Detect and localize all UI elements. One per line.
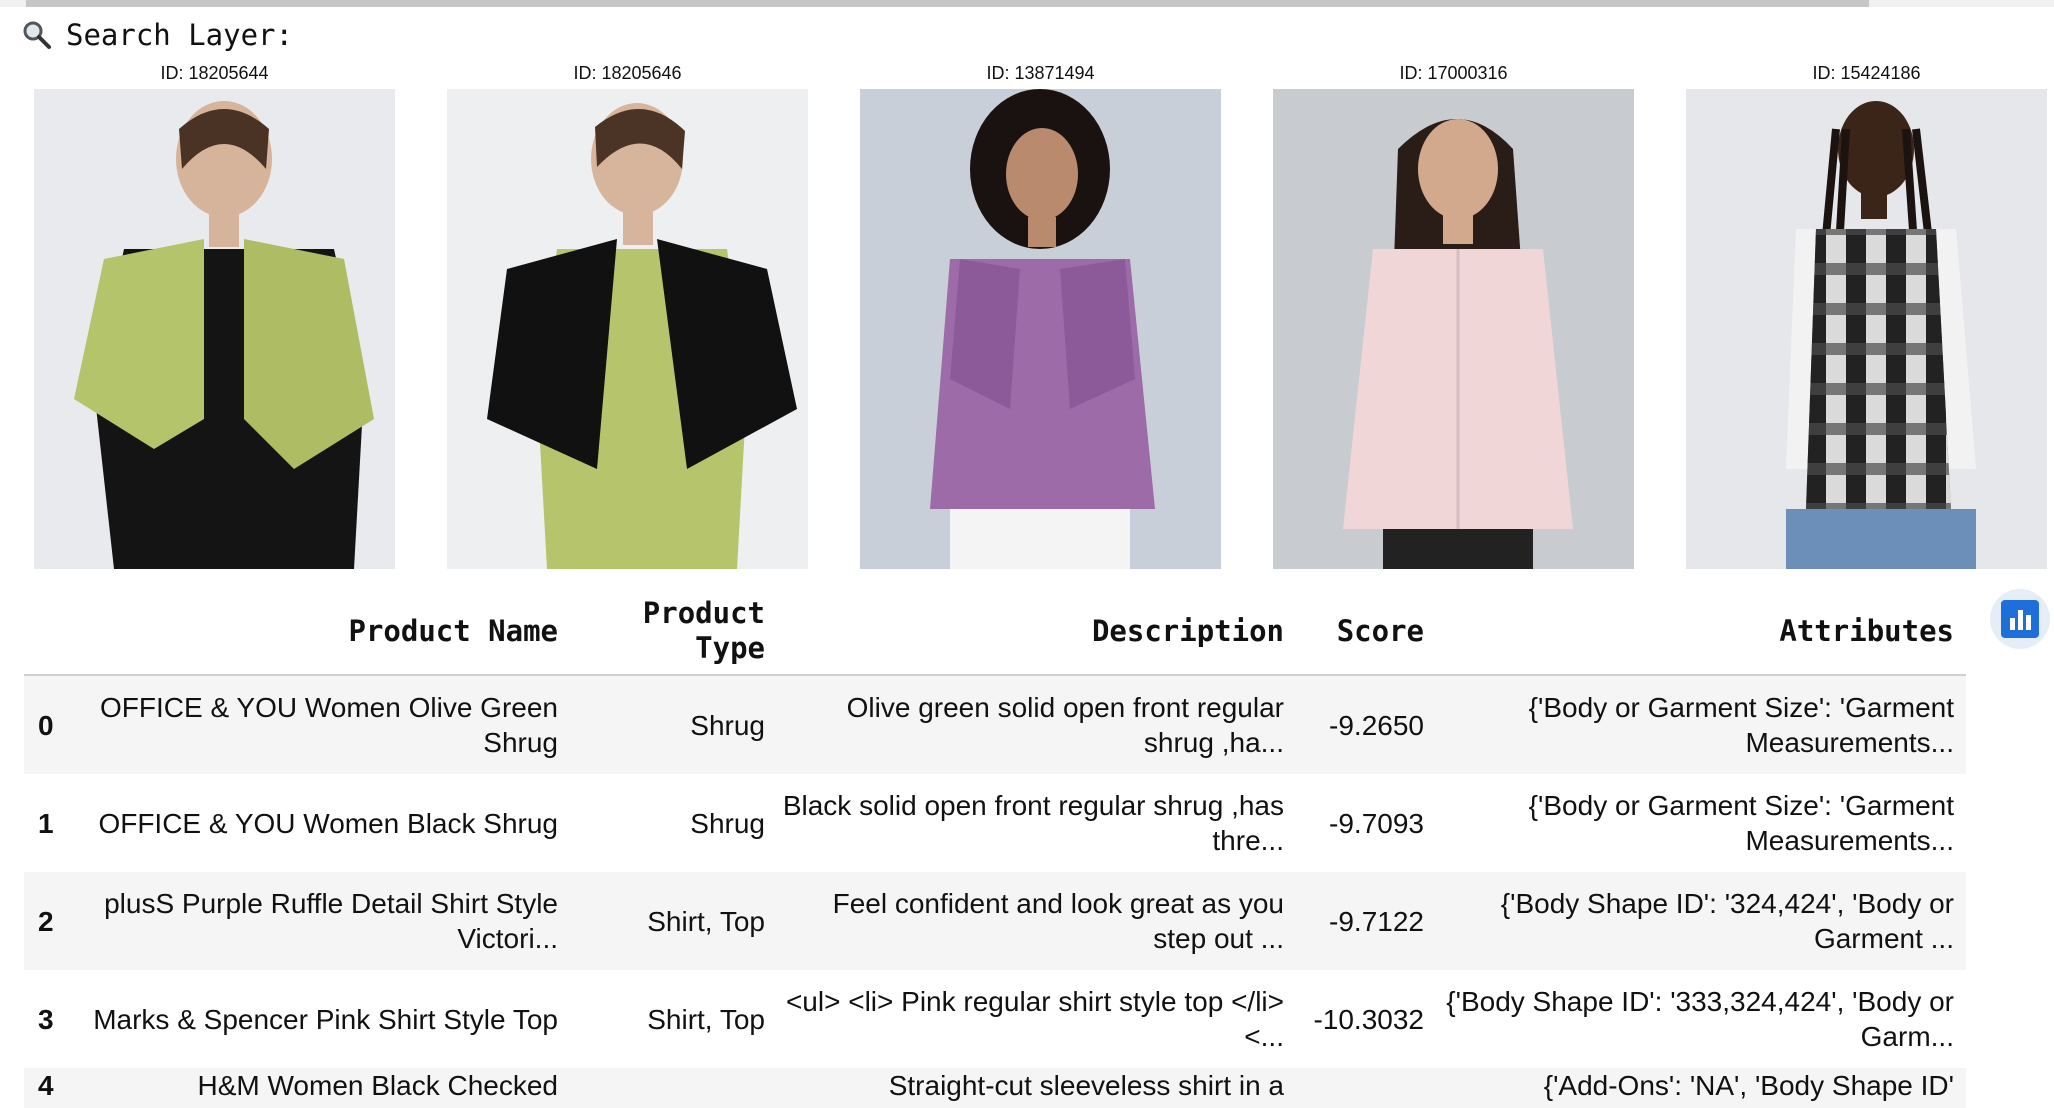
attributes-cell: {'Body or Garment Size': 'Garment Measur… xyxy=(1528,790,1954,856)
scrollbar-thumb[interactable] xyxy=(26,0,1869,7)
product-name-cell: OFFICE & YOU Women Black Shrug xyxy=(98,807,558,839)
description-cell: Straight-cut sleeveless shirt in a xyxy=(888,1070,1284,1101)
score-cell: -9.7093 xyxy=(1329,807,1424,839)
result-card[interactable]: ID: 17000316 xyxy=(1273,61,1634,569)
product-image[interactable] xyxy=(447,89,808,569)
result-id: ID: 15424186 xyxy=(1812,63,1921,83)
magnifier-icon xyxy=(22,20,52,50)
results-table: Product Name Product Type Description Sc… xyxy=(24,588,1966,1108)
result-gallery: ID: 18205644 ID: 18205646 ID: 13871494 I… xyxy=(34,61,2054,571)
table-header: Product Name Product Type Description Sc… xyxy=(24,588,1966,676)
result-card[interactable]: ID: 13871494 xyxy=(860,61,1221,569)
header-description[interactable]: Description xyxy=(777,614,1296,649)
table-row[interactable]: 4 H&M Women Black Checked Straight-cut s… xyxy=(24,1068,1966,1108)
product-image[interactable] xyxy=(860,89,1221,569)
product-name-cell: H&M Women Black Checked xyxy=(197,1070,559,1101)
result-card[interactable]: ID: 18205644 xyxy=(34,61,395,569)
table-row[interactable]: 1 OFFICE & YOU Women Black Shrug Shrug B… xyxy=(24,774,1966,872)
product-name-cell: OFFICE & YOU Women Olive Green Shrug xyxy=(100,692,558,758)
table-row[interactable]: 2 plusS Purple Ruffle Detail Shirt Style… xyxy=(24,872,1966,970)
bar-chart-icon xyxy=(2001,600,2039,638)
attributes-cell: {'Body or Garment Size': 'Garment Measur… xyxy=(1528,692,1954,758)
description-cell: Feel confident and look great as you ste… xyxy=(832,888,1284,954)
search-layer-text: Search Layer: xyxy=(66,18,293,52)
chart-view-button[interactable] xyxy=(1990,589,2050,649)
product-type-cell: Shrug xyxy=(690,709,765,741)
result-id: ID: 17000316 xyxy=(1399,63,1508,83)
result-id: ID: 18205644 xyxy=(160,63,269,83)
attributes-cell: {'Add-Ons': 'NA', 'Body Shape ID' xyxy=(1543,1070,1954,1101)
product-type-cell: Shirt, Top xyxy=(647,1003,765,1035)
product-name-cell: plusS Purple Ruffle Detail Shirt Style V… xyxy=(104,888,558,954)
product-name-cell: Marks & Spencer Pink Shirt Style Top xyxy=(93,1003,558,1035)
header-product-name[interactable]: Product Name xyxy=(82,614,570,649)
row-index: 2 xyxy=(38,905,54,937)
description-cell: Black solid open front regular shrug ,ha… xyxy=(782,790,1284,856)
attributes-cell: {'Body Shape ID': '333,324,424', 'Body o… xyxy=(1446,986,1954,1052)
product-image[interactable] xyxy=(1686,89,2047,569)
description-cell: <ul> <li> Pink regular shirt style top <… xyxy=(785,986,1284,1052)
attributes-cell: {'Body Shape ID': '324,424', 'Body or Ga… xyxy=(1500,888,1954,954)
table-row[interactable]: 0 OFFICE & YOU Women Olive Green Shrug S… xyxy=(24,676,1966,774)
header-product-type[interactable]: Product Type xyxy=(570,596,777,666)
row-index: 0 xyxy=(38,709,54,741)
result-id: ID: 18205646 xyxy=(573,63,682,83)
horizontal-scrollbar[interactable] xyxy=(0,0,2054,7)
result-card[interactable]: ID: 18205646 xyxy=(447,61,808,569)
product-type-cell: Shirt, Top xyxy=(647,905,765,937)
result-card[interactable]: ID: 15424186 xyxy=(1686,61,2047,569)
row-index: 3 xyxy=(38,1003,54,1035)
score-cell: -10.3032 xyxy=(1313,1003,1424,1035)
search-layer-label: Search Layer: xyxy=(22,18,293,52)
result-id: ID: 13871494 xyxy=(986,63,1095,83)
table-body: 0 OFFICE & YOU Women Olive Green Shrug S… xyxy=(24,676,1966,1108)
product-type-cell: Shrug xyxy=(690,807,765,839)
header-score[interactable]: Score xyxy=(1296,614,1436,649)
table-row[interactable]: 3 Marks & Spencer Pink Shirt Style Top S… xyxy=(24,970,1966,1068)
row-index: 4 xyxy=(38,1070,54,1101)
score-cell: -9.7122 xyxy=(1329,905,1424,937)
score-cell: -9.2650 xyxy=(1329,709,1424,741)
product-image[interactable] xyxy=(1273,89,1634,569)
description-cell: Olive green solid open front regular shr… xyxy=(846,692,1284,758)
header-attributes[interactable]: Attributes xyxy=(1436,614,1966,649)
product-image[interactable] xyxy=(34,89,395,569)
row-index: 1 xyxy=(38,807,54,839)
